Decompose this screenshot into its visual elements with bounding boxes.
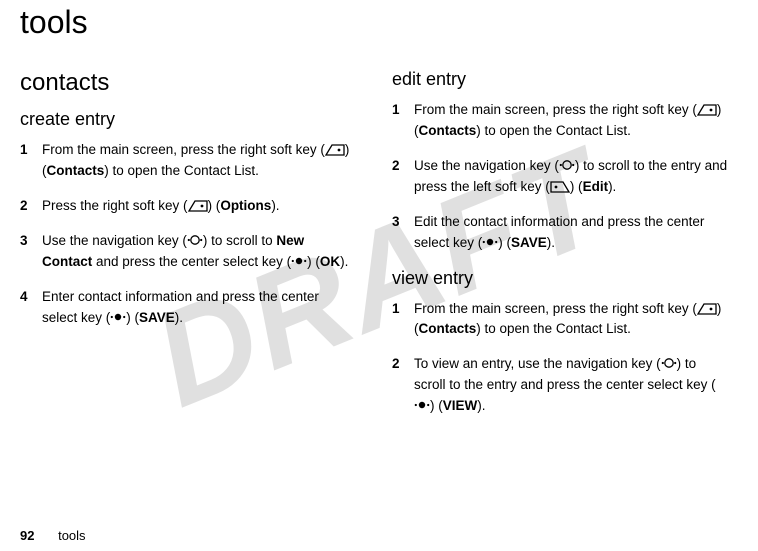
- ui-label: Contacts: [419, 321, 477, 336]
- step: 3Edit the contact information and press …: [392, 212, 728, 254]
- navigation-key-icon: [187, 233, 203, 247]
- ui-label: SAVE: [511, 235, 547, 250]
- softkey-right-icon: [697, 303, 717, 315]
- ui-label: VIEW: [443, 398, 478, 413]
- step-body: To view an entry, use the navigation key…: [414, 354, 728, 417]
- center-select-key-icon: [110, 310, 126, 324]
- ui-label: OK: [320, 254, 340, 269]
- footer-label: tools: [58, 528, 85, 543]
- ui-label: Edit: [583, 179, 609, 194]
- step-body: Enter contact information and press the …: [42, 287, 356, 329]
- view-entry-steps: 1From the main screen, press the right s…: [392, 299, 728, 418]
- step: 2To view an entry, use the navigation ke…: [392, 354, 728, 417]
- step-body: From the main screen, press the right so…: [42, 140, 356, 182]
- ui-label: Contacts: [419, 123, 477, 138]
- ui-label: SAVE: [139, 310, 175, 325]
- right-column: edit entry1From the main screen, press t…: [392, 69, 728, 431]
- columns: contacts create entry 1From the main scr…: [20, 69, 728, 431]
- step: 4Enter contact information and press the…: [20, 287, 356, 329]
- center-select-key-icon: [414, 398, 430, 412]
- ui-label: New Contact: [42, 233, 304, 269]
- create-entry-heading: create entry: [20, 109, 356, 130]
- step-number: 2: [20, 196, 42, 217]
- contacts-heading: contacts: [20, 69, 356, 97]
- step-number: 3: [20, 231, 42, 273]
- step-number: 2: [392, 354, 414, 417]
- step-number: 4: [20, 287, 42, 329]
- softkey-right-icon: [697, 104, 717, 116]
- softkey-right-icon: [325, 144, 345, 156]
- page-content: tools contacts create entry 1From the ma…: [0, 4, 758, 431]
- edit-entry-heading: edit entry: [392, 69, 728, 90]
- step: 1From the main screen, press the right s…: [392, 299, 728, 341]
- step: 2Use the navigation key () to scroll to …: [392, 156, 728, 198]
- edit-entry-steps: 1From the main screen, press the right s…: [392, 100, 728, 254]
- step-body: Use the navigation key () to scroll to t…: [414, 156, 728, 198]
- step-body: From the main screen, press the right so…: [414, 100, 728, 142]
- view-entry-heading: view entry: [392, 268, 728, 289]
- navigation-key-icon: [559, 158, 575, 172]
- ui-label: Contacts: [47, 163, 105, 178]
- left-column: contacts create entry 1From the main scr…: [20, 69, 356, 431]
- create-entry-steps: 1From the main screen, press the right s…: [20, 140, 356, 328]
- step-body: Use the navigation key () to scroll to N…: [42, 231, 356, 273]
- page-number: 92: [20, 528, 34, 543]
- navigation-key-icon: [661, 356, 677, 370]
- step-body: From the main screen, press the right so…: [414, 299, 728, 341]
- step: 3Use the navigation key () to scroll to …: [20, 231, 356, 273]
- center-select-key-icon: [291, 254, 307, 268]
- step-number: 3: [392, 212, 414, 254]
- center-select-key-icon: [482, 235, 498, 249]
- ui-label: Options: [220, 198, 271, 213]
- softkey-right-icon: [188, 200, 208, 212]
- step-number: 2: [392, 156, 414, 198]
- step-body: Press the right soft key () (Options).: [42, 196, 356, 217]
- step: 1From the main screen, press the right s…: [20, 140, 356, 182]
- page-footer: 92 tools: [20, 528, 86, 543]
- step-number: 1: [392, 100, 414, 142]
- step: 1From the main screen, press the right s…: [392, 100, 728, 142]
- step: 2Press the right soft key () (Options).: [20, 196, 356, 217]
- step-number: 1: [20, 140, 42, 182]
- step-number: 1: [392, 299, 414, 341]
- step-body: Edit the contact information and press t…: [414, 212, 728, 254]
- page-title: tools: [20, 4, 728, 41]
- softkey-left-icon: [550, 181, 570, 193]
